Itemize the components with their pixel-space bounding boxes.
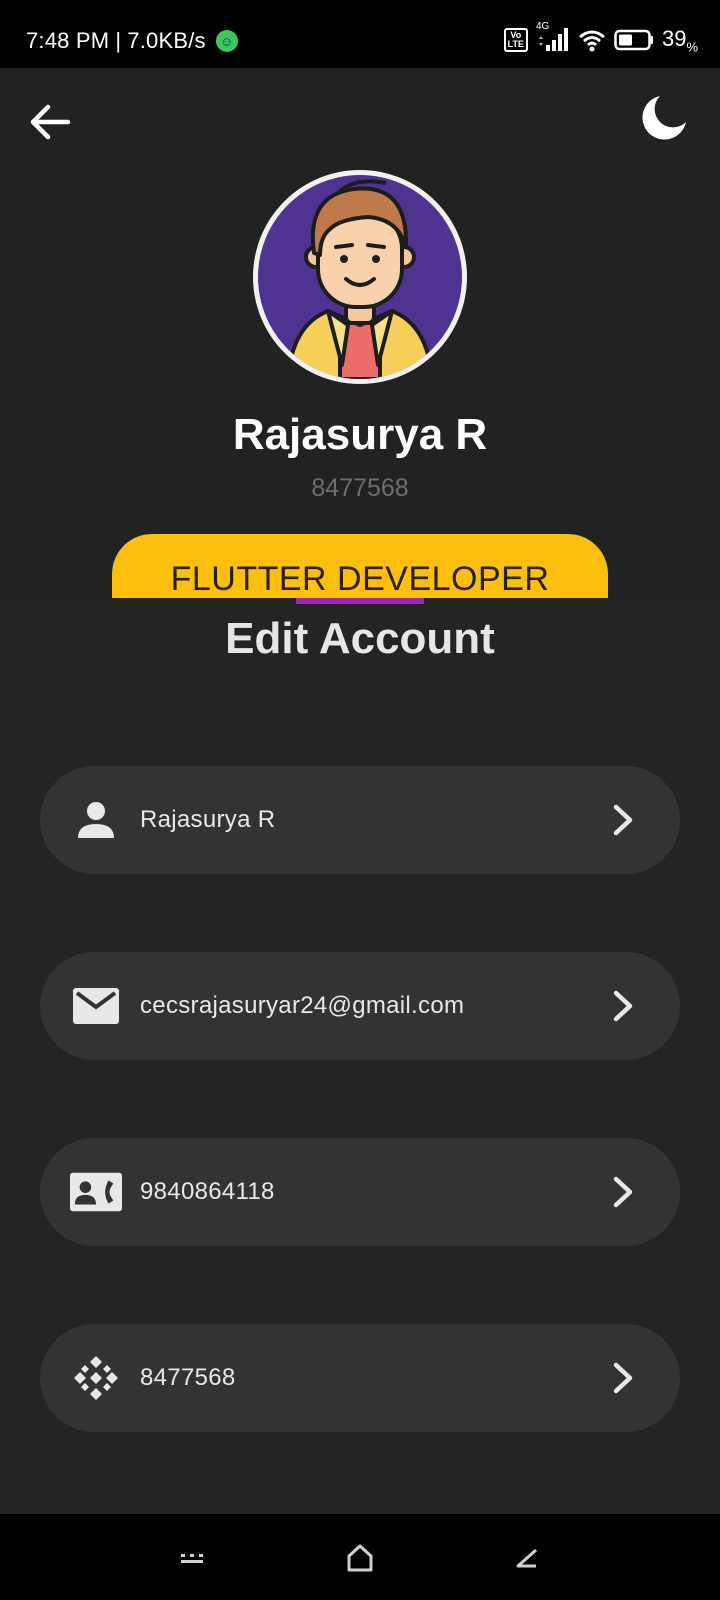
mail-icon	[70, 986, 122, 1026]
avatar-image	[258, 175, 462, 379]
chevron-right-icon	[613, 1362, 633, 1394]
status-separator: |	[115, 28, 122, 53]
developer-avatar-icon	[285, 179, 435, 379]
profile-id: 8477568	[311, 474, 409, 502]
battery-percent: 39%	[662, 26, 698, 54]
volte-bottom: LTE	[507, 39, 524, 50]
battery-icon	[614, 29, 653, 51]
app-notification-icon: ☺	[215, 30, 238, 52]
id-value: 8477568	[140, 1364, 236, 1391]
system-nav-bar	[0, 1514, 720, 1600]
section-title: Edit Account	[225, 614, 495, 663]
chevron-right-icon	[613, 1176, 633, 1208]
chevron-right-icon	[613, 990, 633, 1022]
role-badge: FLUTTER DEVELOPER	[112, 534, 608, 598]
person-icon	[70, 800, 122, 840]
email-value: cecsrajasuryar24@gmail.com	[140, 992, 465, 1019]
network-speed: 7.0KB/s	[127, 28, 206, 53]
profile-header: Rajasurya R 8477568 FLUTTER DEVELOPER	[0, 68, 720, 598]
signal-icon: 4G	[536, 21, 570, 53]
phone-field[interactable]: 9840864118	[40, 1138, 680, 1246]
battery-unit: %	[686, 39, 698, 55]
phone-value: 9840864118	[140, 1178, 275, 1205]
edit-account-section: Edit Account Rajasurya R cecsrajasuryar2…	[0, 598, 720, 1514]
volte-icon: Vo LTE	[503, 28, 528, 53]
id-field[interactable]: 8477568	[40, 1324, 680, 1432]
profile-name: Rajasurya R	[232, 410, 488, 459]
wifi-icon	[578, 30, 605, 52]
recent-apps-icon[interactable]	[174, 1540, 210, 1576]
status-time: 7:48 PM	[26, 28, 110, 53]
email-field[interactable]: cecsrajasuryar24@gmail.com	[40, 952, 680, 1060]
status-right: Vo LTE 4G 39%	[503, 21, 698, 54]
back-nav-icon[interactable]	[508, 1540, 544, 1576]
tab-indicator	[296, 598, 424, 604]
home-icon[interactable]	[342, 1540, 378, 1576]
moon-icon[interactable]	[638, 92, 690, 144]
role-badge-label: FLUTTER DEVELOPER	[170, 560, 550, 598]
status-bar: 7:48 PM | 7.0KB/s ☺ Vo LTE 4G 39%	[0, 0, 720, 68]
id-pattern-icon	[70, 1356, 122, 1400]
name-value: Rajasurya R	[140, 806, 276, 833]
back-arrow-icon[interactable]	[26, 98, 74, 146]
battery-value: 39	[661, 26, 687, 51]
name-field[interactable]: Rajasurya R	[40, 766, 680, 874]
contact-phone-icon	[70, 1172, 122, 1212]
chevron-right-icon	[613, 804, 633, 836]
avatar[interactable]	[253, 170, 467, 384]
status-left: 7:48 PM | 7.0KB/s ☺	[26, 28, 238, 54]
